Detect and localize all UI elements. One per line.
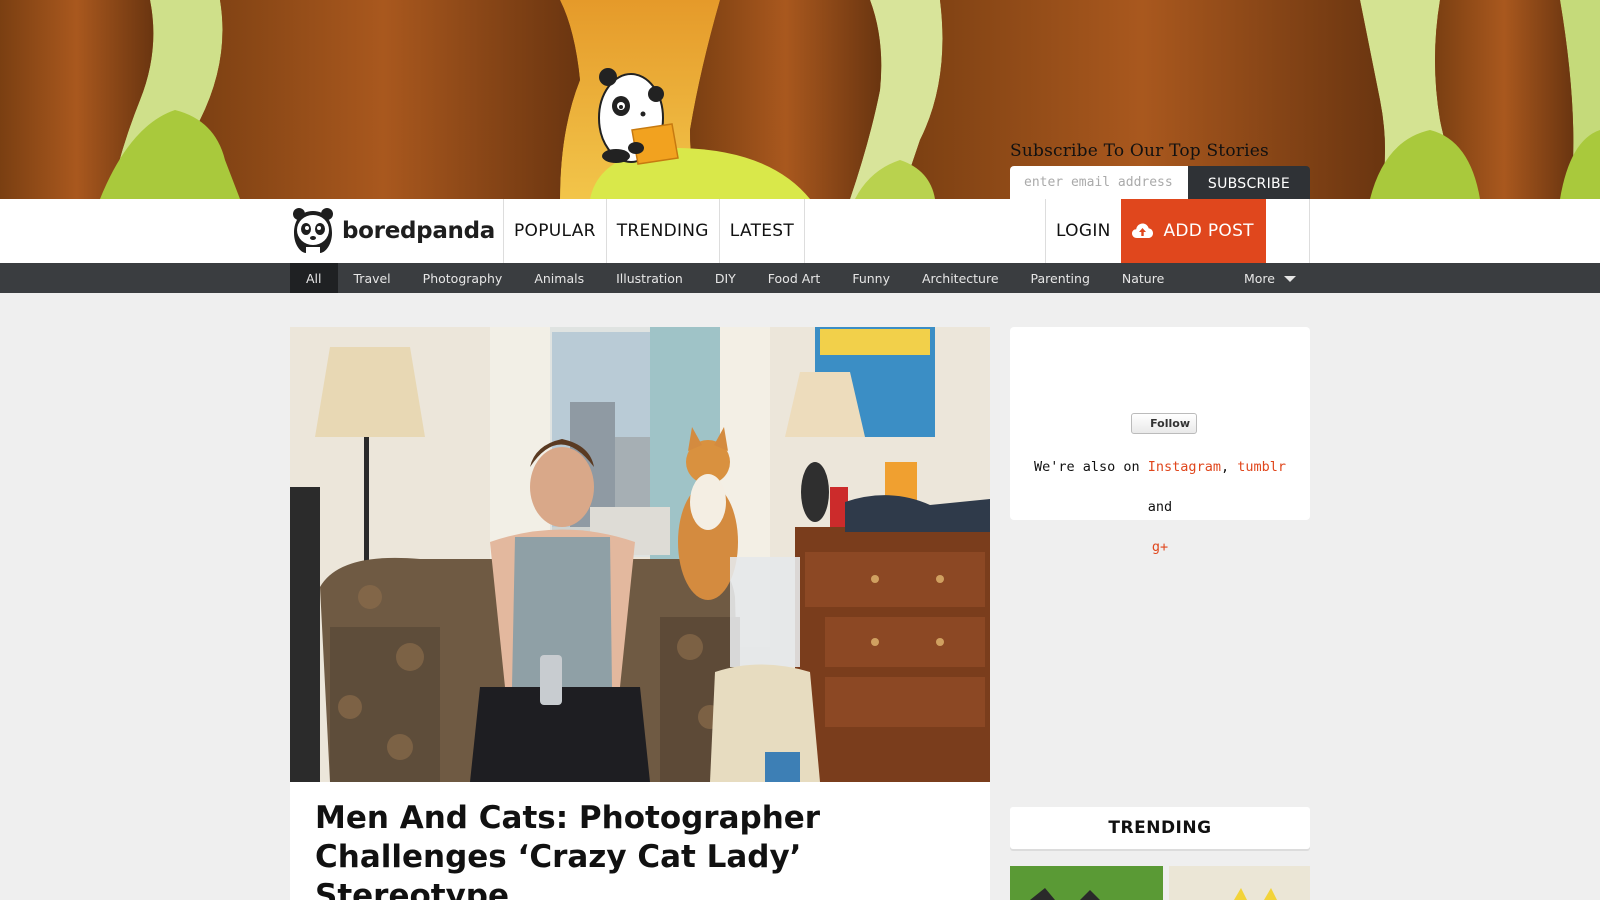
forest-illustration [0, 0, 1600, 199]
primary-nav: POPULAR TRENDING LATEST [503, 199, 806, 263]
email-input[interactable] [1010, 166, 1188, 199]
trending-header: TRENDING [1010, 807, 1310, 849]
header-banner: Subscribe To Our Top Stories SUBSCRIBE [0, 0, 1600, 199]
follow-button[interactable]: Follow [1131, 413, 1197, 434]
also-on-comma: , [1220, 459, 1230, 475]
follow-label: Follow [1150, 417, 1190, 430]
more-label: More [1244, 270, 1275, 286]
cloud-upload-icon [1132, 223, 1154, 238]
account-nav: LOGIN ADD POST [1045, 199, 1310, 263]
login-link[interactable]: LOGIN [1046, 199, 1121, 263]
more-categories-dropdown[interactable]: More [1244, 263, 1296, 293]
category-all[interactable]: All [290, 263, 338, 293]
category-funny[interactable]: Funny [836, 263, 906, 293]
category-photography[interactable]: Photography [407, 263, 519, 293]
man-with-cat-photo [290, 327, 990, 782]
subscribe-button[interactable]: SUBSCRIBE [1188, 166, 1310, 199]
nav-popular[interactable]: POPULAR [504, 199, 607, 263]
category-bar: All Travel Photography Animals Illustrat… [0, 263, 1600, 293]
category-food-art[interactable]: Food Art [752, 263, 837, 293]
subscribe-title: Subscribe To Our Top Stories [1010, 141, 1269, 161]
trending-thumbnail[interactable] [1169, 866, 1310, 900]
article-title[interactable]: Men And Cats: Photographer Challenges ‘C… [315, 799, 915, 900]
gplus-link[interactable]: g+ [1152, 539, 1168, 555]
panda-logo-icon [293, 208, 333, 253]
category-architecture[interactable]: Architecture [906, 263, 1015, 293]
category-illustration[interactable]: Illustration [600, 263, 699, 293]
category-parenting[interactable]: Parenting [1015, 263, 1106, 293]
cat-ears-illustration [1030, 888, 1100, 900]
featured-article-card[interactable]: Men And Cats: Photographer Challenges ‘C… [290, 327, 990, 900]
add-post-button[interactable]: ADD POST [1120, 199, 1266, 263]
yellow-cat-illustration [1234, 888, 1277, 900]
category-diy[interactable]: DIY [699, 263, 752, 293]
site-logo[interactable]: boredpanda [292, 207, 495, 255]
social-follow-box: Follow We're also on Instagram, tumblr a… [1010, 327, 1310, 555]
also-on-text: We're also on Instagram, tumblr and g+ [1010, 447, 1310, 567]
category-animals[interactable]: Animals [518, 263, 600, 293]
nav-trending[interactable]: TRENDING [607, 199, 720, 263]
trending-thumbnail[interactable] [1010, 866, 1163, 900]
subscribe-widget: Subscribe To Our Top Stories SUBSCRIBE [1010, 140, 1310, 199]
article-photo[interactable] [290, 327, 990, 782]
instagram-link[interactable]: Instagram [1148, 459, 1221, 475]
tumblr-link[interactable]: tumblr [1237, 459, 1286, 475]
category-nature[interactable]: Nature [1106, 263, 1180, 293]
main-navbar: boredpanda POPULAR TRENDING LATEST LOGIN… [0, 199, 1600, 263]
logo-text: boredpanda [342, 218, 496, 244]
trending-label: TRENDING [1108, 818, 1212, 838]
add-post-label: ADD POST [1163, 221, 1254, 241]
nav-latest[interactable]: LATEST [720, 199, 806, 263]
also-on-prefix: We're also on [1033, 459, 1140, 475]
category-travel[interactable]: Travel [338, 263, 407, 293]
also-on-and: and [1147, 499, 1173, 515]
caret-down-icon [1284, 275, 1296, 282]
